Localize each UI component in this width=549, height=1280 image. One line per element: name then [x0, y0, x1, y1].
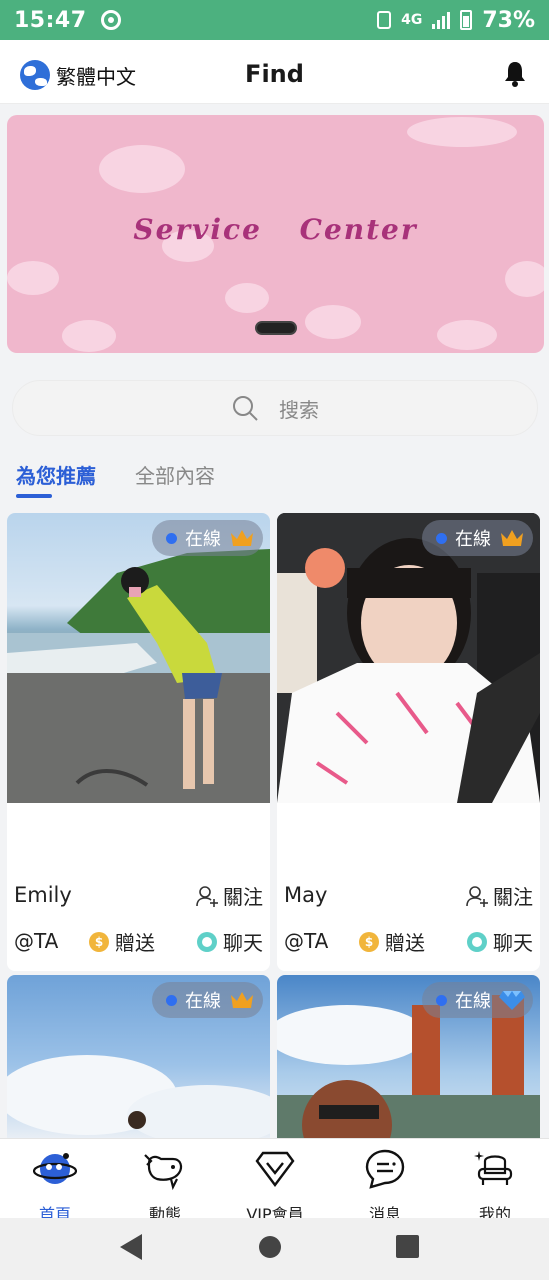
nav-moments[interactable]: 動態 — [110, 1147, 220, 1225]
diamond-icon — [499, 991, 525, 1010]
online-badge: 在線 — [152, 520, 263, 556]
app-header: 繁體中文 Find — [0, 40, 549, 104]
online-badge: 在線 — [422, 520, 533, 556]
profile-name: May — [284, 883, 328, 907]
nav-home[interactable]: 首頁 — [0, 1147, 110, 1225]
planet-icon — [32, 1153, 78, 1184]
status-time: 15:47 — [14, 7, 87, 33]
crown-icon — [501, 530, 523, 546]
profile-card[interactable]: 在線 May 關注 @TA $ 贈送 聊天 — [277, 513, 540, 971]
message-icon — [365, 1149, 405, 1189]
chat-button[interactable]: 聊天 — [467, 927, 533, 956]
profile-card[interactable]: 在線 — [277, 975, 540, 1138]
vip-diamond-icon — [255, 1151, 295, 1187]
follow-button[interactable]: 關注 — [465, 881, 533, 910]
network-type: 4G — [401, 12, 423, 28]
add-user-icon — [196, 885, 218, 907]
chat-label: 聊天 — [223, 931, 263, 955]
profile-chair-icon — [474, 1151, 513, 1185]
banner-text: Service Center — [133, 213, 418, 246]
chat-button[interactable]: 聊天 — [197, 927, 263, 956]
online-dot-icon — [166, 532, 177, 544]
tab-all-content[interactable]: 全部內容 — [135, 460, 215, 489]
battery-percent: 73% — [482, 7, 535, 33]
promo-banner[interactable]: Service Center — [7, 115, 544, 353]
recents-icon[interactable] — [396, 1235, 419, 1258]
bottom-navigation: 首頁 動態 VIP會員 消息 我的 — [0, 1138, 549, 1224]
online-badge: 在線 — [422, 982, 533, 1018]
coin-icon: $ — [89, 931, 109, 952]
gift-label: 贈送 — [115, 931, 155, 955]
online-label: 在線 — [185, 991, 221, 1012]
follow-label: 關注 — [223, 885, 263, 909]
nav-profile[interactable]: 我的 — [440, 1147, 549, 1225]
online-dot-icon — [436, 532, 447, 544]
chat-label: 聊天 — [493, 931, 533, 955]
vibrate-icon — [377, 11, 392, 29]
crown-icon — [231, 992, 253, 1008]
profile-photo — [277, 513, 540, 803]
coin-icon: $ — [359, 931, 379, 952]
chrome-icon — [100, 10, 121, 30]
online-label: 在線 — [185, 529, 221, 550]
chat-icon — [467, 931, 487, 952]
bell-icon[interactable] — [503, 60, 527, 88]
online-badge: 在線 — [152, 982, 263, 1018]
add-user-icon — [466, 885, 488, 907]
status-icons: 4G 73% — [377, 8, 535, 33]
profile-handle: @TA — [14, 929, 59, 953]
gift-label: 贈送 — [385, 931, 425, 955]
tab-recommended[interactable]: 為您推薦 — [16, 460, 96, 489]
search-bar[interactable]: 搜索 — [12, 380, 538, 436]
nav-vip[interactable]: VIP會員 — [220, 1147, 330, 1225]
status-bar: 15:47 4G 73% — [0, 0, 549, 40]
crown-icon — [231, 530, 253, 546]
profile-name: Emily — [14, 883, 72, 907]
gift-button[interactable]: $ 贈送 — [89, 927, 155, 956]
home-icon[interactable] — [259, 1236, 281, 1258]
online-dot-icon — [436, 994, 447, 1006]
online-label: 在線 — [455, 529, 491, 550]
follow-button[interactable]: 關注 — [195, 881, 263, 910]
online-dot-icon — [166, 994, 177, 1006]
profile-card[interactable]: 在線 Emily 關注 @TA $ 贈送 聊天 — [7, 513, 270, 971]
gift-button[interactable]: $ 贈送 — [359, 927, 425, 956]
online-label: 在線 — [455, 991, 491, 1012]
battery-icon — [460, 10, 473, 30]
back-icon[interactable] — [120, 1234, 142, 1260]
signal-icon — [432, 11, 451, 29]
search-placeholder: 搜索 — [279, 397, 319, 422]
whale-icon — [144, 1154, 183, 1191]
follow-label: 關注 — [493, 885, 533, 909]
profile-card[interactable]: 在線 — [7, 975, 270, 1138]
nav-messages[interactable]: 消息 — [330, 1147, 440, 1225]
profile-handle: @TA — [284, 929, 329, 953]
chat-icon — [197, 931, 217, 952]
banner-indicator — [255, 321, 297, 335]
profile-photo — [7, 513, 270, 803]
active-tab-indicator — [16, 494, 52, 498]
search-icon — [233, 396, 258, 421]
page-title: Find — [245, 60, 304, 88]
system-navigation-bar — [0, 1218, 549, 1280]
